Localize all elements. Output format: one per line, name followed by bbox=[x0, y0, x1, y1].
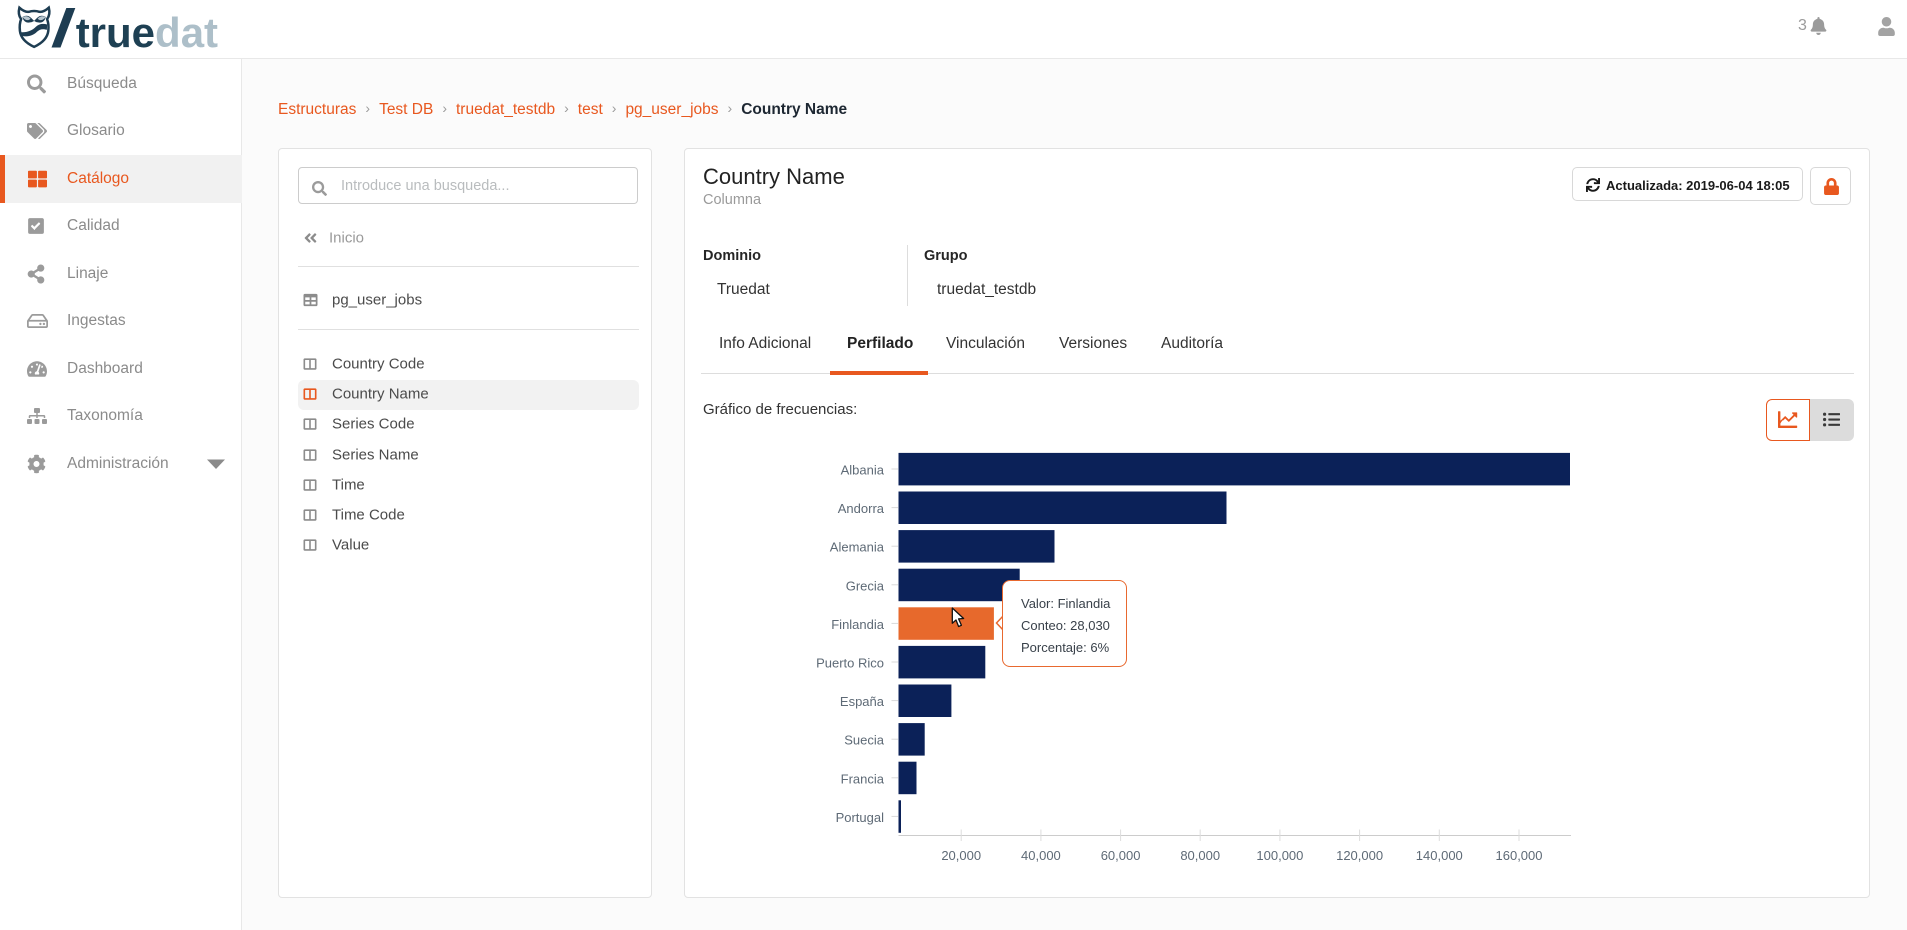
svg-text:truedat: truedat bbox=[76, 9, 218, 56]
